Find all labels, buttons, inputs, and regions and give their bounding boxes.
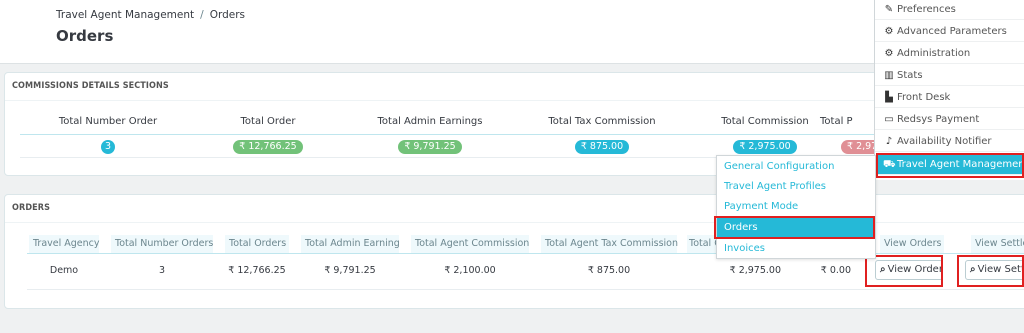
cell-admin-earning: ₹ 9,791.25 (324, 265, 376, 276)
col-view-settle: View Settle (971, 235, 1024, 253)
breadcrumb-parent[interactable]: Travel Agent Management (56, 9, 194, 21)
menu-item-front-desk[interactable]: ▙ Front Desk (875, 88, 1024, 108)
travel-agent-submenu: General Configuration Travel Agent Profi… (716, 155, 876, 259)
cell-total-orders: ₹ 12,766.25 (228, 265, 286, 276)
badge-total-commission: ₹ 2,975.00 (733, 140, 797, 154)
menu-label: Availability Notifier (897, 136, 992, 147)
gears-icon: ⚙ (884, 26, 894, 37)
highlight-view-orders (865, 255, 943, 287)
submenu-payment-mode[interactable]: Payment Mode (717, 197, 875, 217)
breadcrumb-separator: / (200, 9, 204, 21)
submenu-general-configuration[interactable]: General Configuration (717, 157, 875, 177)
credit-card-icon: ▭ (884, 114, 894, 125)
page-title: Orders (56, 27, 114, 45)
bed-icon: ▙ (885, 92, 893, 103)
highlight-travel-agent-management (876, 153, 1024, 178)
menu-label: Front Desk (897, 92, 951, 103)
breadcrumb-current: Orders (209, 9, 245, 21)
menu-label: Advanced Parameters (897, 26, 1007, 37)
menu-item-administration[interactable]: ⚙ Administration (875, 44, 1024, 64)
col-total-number-order: Total Number Order (58, 116, 158, 127)
col-total-order: Total Order (240, 116, 296, 127)
menu-item-redsys-payment[interactable]: ▭ Redsys Payment (875, 110, 1024, 130)
cell-agency: Demo (49, 265, 79, 276)
bar-chart-icon: ▥ (884, 70, 894, 81)
commissions-heading: COMMISSIONS DETAILS SECTIONS (5, 73, 1024, 101)
menu-item-preferences[interactable]: ✎ Preferences (875, 0, 1024, 20)
submenu-invoices[interactable]: Invoices (717, 239, 875, 259)
cell-agent-tax: ₹ 875.00 (587, 265, 631, 276)
orders-row-divider (27, 289, 1024, 290)
col-travel-agency[interactable]: Travel Agency (29, 235, 100, 253)
wrench-icon: ✎ (884, 4, 894, 15)
col-total-tax-commission: Total Tax Commission (548, 116, 656, 127)
cell-extra: ₹ 0.00 (820, 265, 851, 276)
col-total-number-orders[interactable]: Total Number Orders (111, 235, 213, 253)
col-total-p: Total P (820, 116, 853, 127)
badge-total-tax-commission: ₹ 875.00 (574, 140, 630, 154)
cell-num-orders: 3 (158, 265, 166, 276)
breadcrumb: Travel Agent Management / Orders (56, 9, 245, 21)
col-view-orders: View Orders (880, 235, 944, 253)
cog-icon: ⚙ (884, 48, 894, 59)
submenu-travel-agent-profiles[interactable]: Travel Agent Profiles (717, 177, 875, 197)
col-total-agent-commission[interactable]: Total Agent Commission (411, 235, 529, 253)
col-total-orders[interactable]: Total Orders (225, 235, 289, 253)
cell-agent-commission: ₹ 2,100.00 (444, 265, 496, 276)
highlight-submenu-orders (714, 216, 875, 239)
col-total-admin-earning[interactable]: Total Admin Earning (301, 235, 400, 253)
badge-total-admin-earnings: ₹ 9,791.25 (398, 140, 462, 154)
bell-icon: ♪ (885, 136, 893, 147)
highlight-view-settle (957, 255, 1024, 287)
menu-label: Redsys Payment (897, 114, 980, 125)
page-header: Travel Agent Management / Orders Orders (0, 0, 1024, 64)
menu-item-availability-notifier[interactable]: ♪ Availability Notifier (875, 132, 1024, 152)
menu-label: Stats (897, 70, 923, 81)
col-total-admin-earnings: Total Admin Earnings (377, 116, 483, 127)
cell-total-c: ₹ 2,975.00 (729, 265, 781, 276)
menu-item-stats[interactable]: ▥ Stats (875, 66, 1024, 86)
menu-item-advanced-parameters[interactable]: ⚙ Advanced Parameters (875, 22, 1024, 42)
menu-label: Preferences (897, 4, 956, 15)
col-total-agent-tax-commission[interactable]: Total Agent Tax Commission (541, 235, 678, 253)
badge-total-number-order: 3 (101, 140, 115, 154)
badge-total-order: ₹ 12,766.25 (233, 140, 303, 154)
menu-label: Administration (897, 48, 971, 59)
